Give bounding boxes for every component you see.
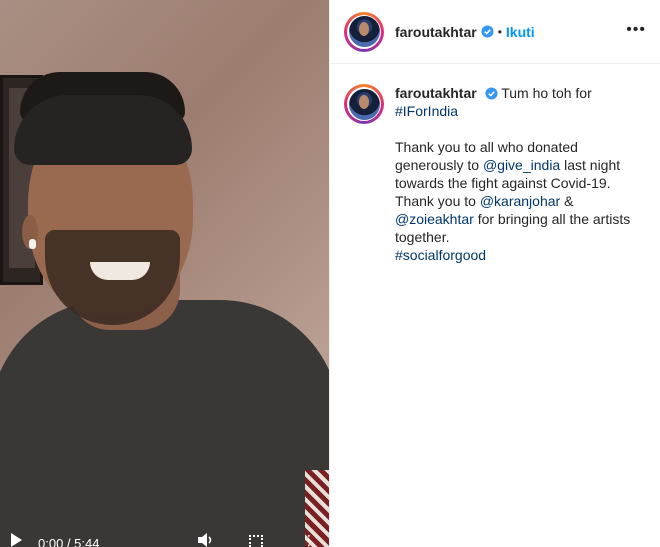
video-more-icon[interactable]: ⋮ [302, 533, 316, 547]
video-time: 0:00 / 5:44 [38, 536, 100, 547]
caption-paragraph: Thank you to all who donated generously … [395, 138, 635, 264]
more-options-icon[interactable]: ••• [626, 22, 646, 38]
mention-karanjohar[interactable]: @karanjohar [480, 193, 560, 209]
follow-button[interactable]: Ikuti [506, 24, 535, 40]
caption-avatar[interactable] [344, 84, 384, 124]
mention-zoieakhtar[interactable]: @zoieakhtar [395, 211, 474, 227]
post-sidebar: faroutakhtar • Ikuti ••• faroutakhtar Tu… [329, 0, 660, 547]
caption-username[interactable]: faroutakhtar [395, 85, 477, 101]
fullscreen-icon[interactable] [249, 535, 263, 547]
mention-give-india[interactable]: @give_india [483, 157, 560, 173]
hashtag-iforindia[interactable]: #IForIndia [395, 103, 458, 119]
caption-line1: Tum ho toh for [501, 85, 592, 101]
caption-p3: & [560, 193, 574, 209]
caption: faroutakhtar Tum ho toh for #IForIndia T… [330, 64, 660, 264]
caption-text: faroutakhtar Tum ho toh for #IForIndia T… [395, 84, 635, 264]
post-header: faroutakhtar • Ikuti ••• [330, 0, 660, 64]
instagram-post: 0:00 / 5:44 ⋮ faroutakhtar • Ikuti ••• f… [0, 0, 660, 547]
verified-badge-icon [485, 87, 498, 100]
header-username[interactable]: faroutakhtar [395, 24, 477, 40]
volume-icon[interactable] [198, 533, 216, 547]
verified-badge-icon [481, 25, 494, 38]
play-icon[interactable] [11, 533, 22, 547]
avatar[interactable] [344, 11, 384, 52]
video-frame[interactable] [0, 0, 329, 547]
video-controls: 0:00 / 5:44 ⋮ [0, 529, 329, 547]
video-player[interactable]: 0:00 / 5:44 ⋮ [0, 0, 329, 547]
header-separator: • [497, 24, 502, 39]
hashtag-socialforgood[interactable]: #socialforgood [395, 247, 486, 263]
